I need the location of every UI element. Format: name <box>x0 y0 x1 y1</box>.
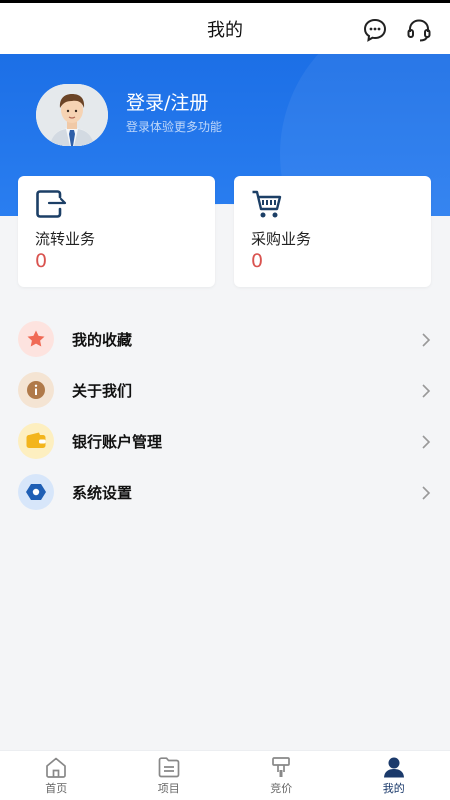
info-icon <box>18 372 54 408</box>
user-icon <box>383 757 404 777</box>
card-count: 0 <box>251 250 264 272</box>
page-title: 我的 <box>207 19 243 41</box>
menu-item-favorites[interactable]: 我的收藏 <box>0 314 450 365</box>
transfer-icon <box>36 190 67 218</box>
message-icon[interactable] <box>362 17 388 43</box>
menu-item-label: 我的收藏 <box>72 331 133 349</box>
menu-item-label: 银行账户管理 <box>72 433 163 451</box>
menu-item-bank-account[interactable]: 银行账户管理 <box>0 416 450 467</box>
transfer-business-card[interactable]: 流转业务 0 <box>18 176 215 287</box>
home-icon <box>46 757 67 778</box>
tab-label: 项目 <box>157 781 180 795</box>
chevron-right-icon <box>422 486 431 500</box>
avatar[interactable] <box>36 84 108 146</box>
default-avatar-icon <box>36 84 108 146</box>
wallet-icon <box>18 423 54 459</box>
login-register-link[interactable]: 登录/注册 <box>126 88 208 115</box>
card-count: 0 <box>35 250 48 272</box>
tab-projects[interactable]: 项目 <box>113 751 226 800</box>
tab-home[interactable]: 首页 <box>0 751 113 800</box>
tab-bidding[interactable]: 竞价 <box>225 751 338 800</box>
auction-icon <box>272 756 291 777</box>
menu-item-system-settings[interactable]: 系统设置 <box>0 467 450 518</box>
customer-service-icon[interactable] <box>406 17 432 43</box>
card-label: 流转业务 <box>35 230 96 248</box>
chevron-right-icon <box>422 384 431 398</box>
menu-item-about[interactable]: 关于我们 <box>0 365 450 416</box>
settings-icon <box>18 474 54 510</box>
cart-icon <box>252 190 282 218</box>
menu-item-label: 系统设置 <box>72 484 133 502</box>
tab-label: 首页 <box>45 781 68 795</box>
star-icon <box>18 321 54 357</box>
settings-menu: 我的收藏 关于我们 银行账户管理 系统设置 <box>0 314 450 518</box>
login-subtitle: 登录体验更多功能 <box>126 120 223 134</box>
card-label: 采购业务 <box>251 230 312 248</box>
purchase-business-card[interactable]: 采购业务 0 <box>234 176 431 287</box>
chevron-right-icon <box>422 435 431 449</box>
tab-label: 我的 <box>382 781 405 795</box>
chevron-right-icon <box>422 333 431 347</box>
tab-mine[interactable]: 我的 <box>338 751 450 800</box>
tab-label: 竞价 <box>270 781 293 795</box>
top-header: 我的 <box>0 3 450 54</box>
folder-icon <box>158 756 180 777</box>
menu-item-label: 关于我们 <box>72 382 133 400</box>
bottom-tab-bar: 首页 项目 竞价 我的 <box>0 750 450 800</box>
